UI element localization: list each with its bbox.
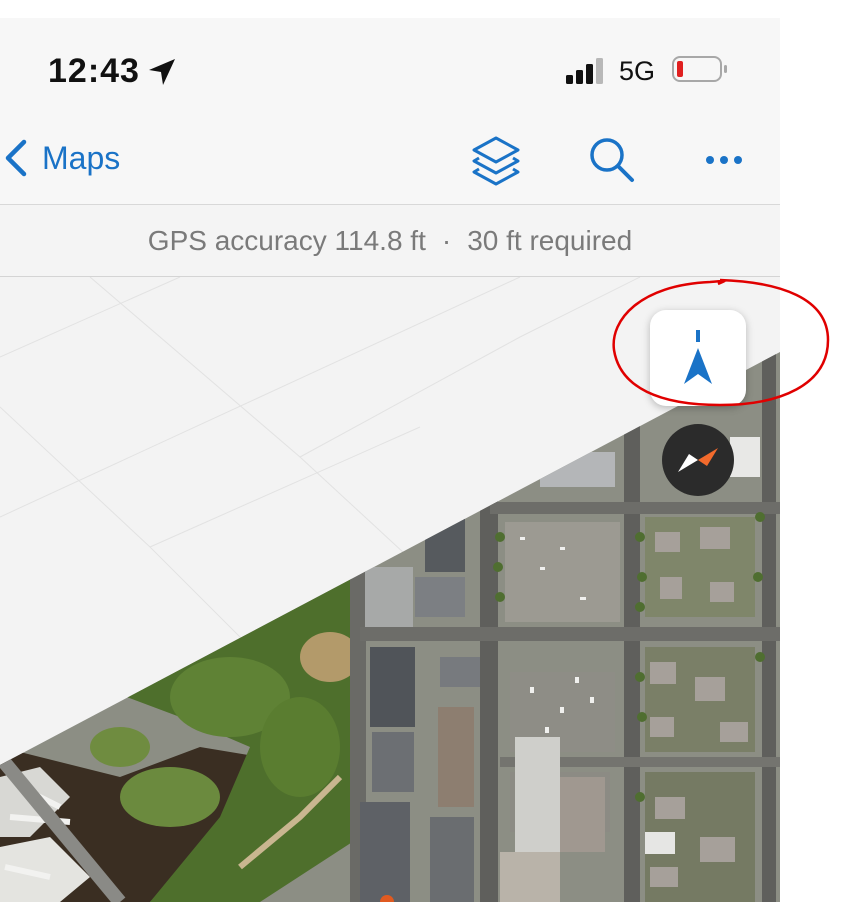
back-button[interactable]: Maps xyxy=(0,136,120,180)
navigation-bar: Maps xyxy=(0,118,780,205)
gps-separator: · xyxy=(441,224,452,256)
more-icon[interactable] xyxy=(698,134,750,186)
back-button-label: Maps xyxy=(42,139,121,176)
status-bar: 12:43 5G xyxy=(0,18,780,118)
location-arrow-icon xyxy=(149,59,175,85)
signal-icon xyxy=(566,58,603,84)
north-arrow-icon xyxy=(684,330,712,384)
layers-icon[interactable] xyxy=(470,134,522,186)
network-type: 5G xyxy=(619,56,656,86)
phone-screen: 12:43 5G Maps GPS accuracy 114.8 ft · 30… xyxy=(0,18,780,902)
north-up-button[interactable] xyxy=(650,310,746,406)
gps-accuracy-bar: GPS accuracy 114.8 ft · 30 ft required xyxy=(0,205,780,277)
battery-icon xyxy=(672,56,727,82)
gps-accuracy-text: GPS accuracy 114.8 ft xyxy=(147,224,426,256)
gps-required-text: 30 ft required xyxy=(467,224,633,256)
status-time: 12:43 xyxy=(48,52,140,90)
compass-button[interactable] xyxy=(662,424,734,496)
search-icon[interactable] xyxy=(586,134,638,186)
chevron-left-icon xyxy=(5,139,27,177)
compass-icon xyxy=(678,448,718,472)
